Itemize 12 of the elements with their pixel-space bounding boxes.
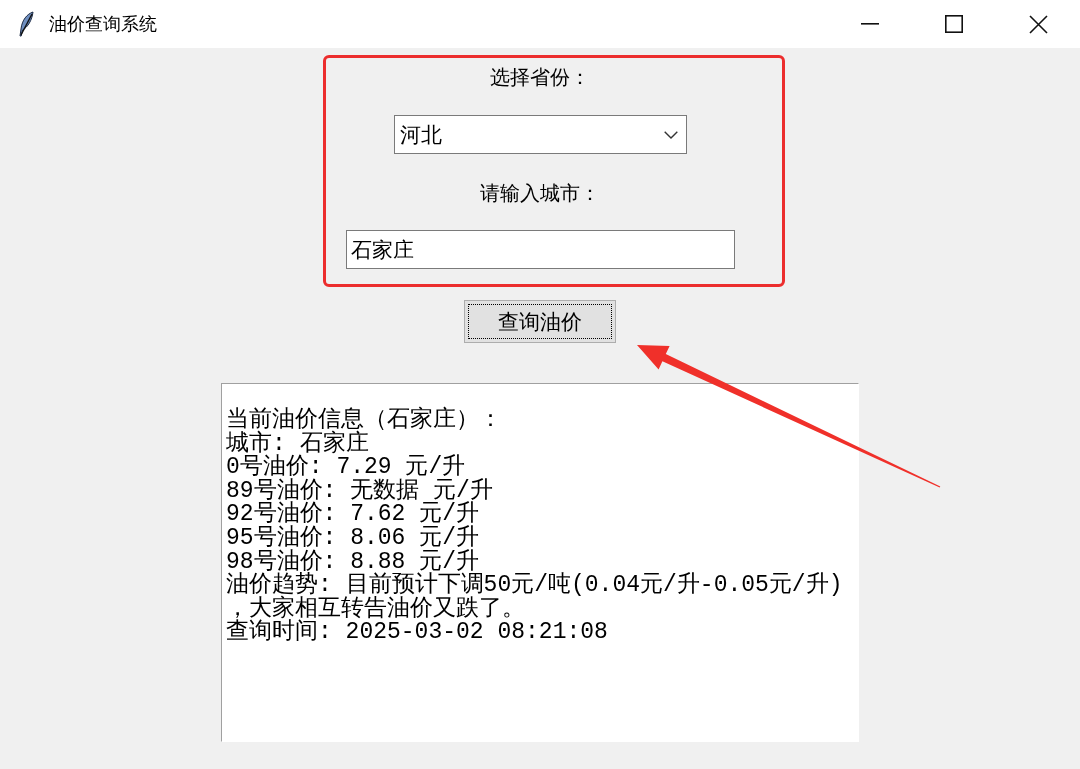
result-line: 查询时间: 2025-03-02 08:21:08 <box>226 621 608 645</box>
province-label: 选择省份： <box>490 65 590 89</box>
city-input[interactable]: 石家庄 <box>345 230 735 269</box>
minimize-icon <box>861 23 879 25</box>
close-icon <box>1028 14 1048 34</box>
city-label: 请输入城市： <box>480 181 600 205</box>
window-title: 油价查询系统 <box>49 12 157 36</box>
feather-icon <box>18 11 34 37</box>
province-dropdown[interactable]: 河北 <box>393 115 687 154</box>
chevron-down-icon <box>663 130 678 139</box>
maximize-icon <box>945 15 963 33</box>
query-button[interactable]: 查询油价 <box>464 300 616 343</box>
